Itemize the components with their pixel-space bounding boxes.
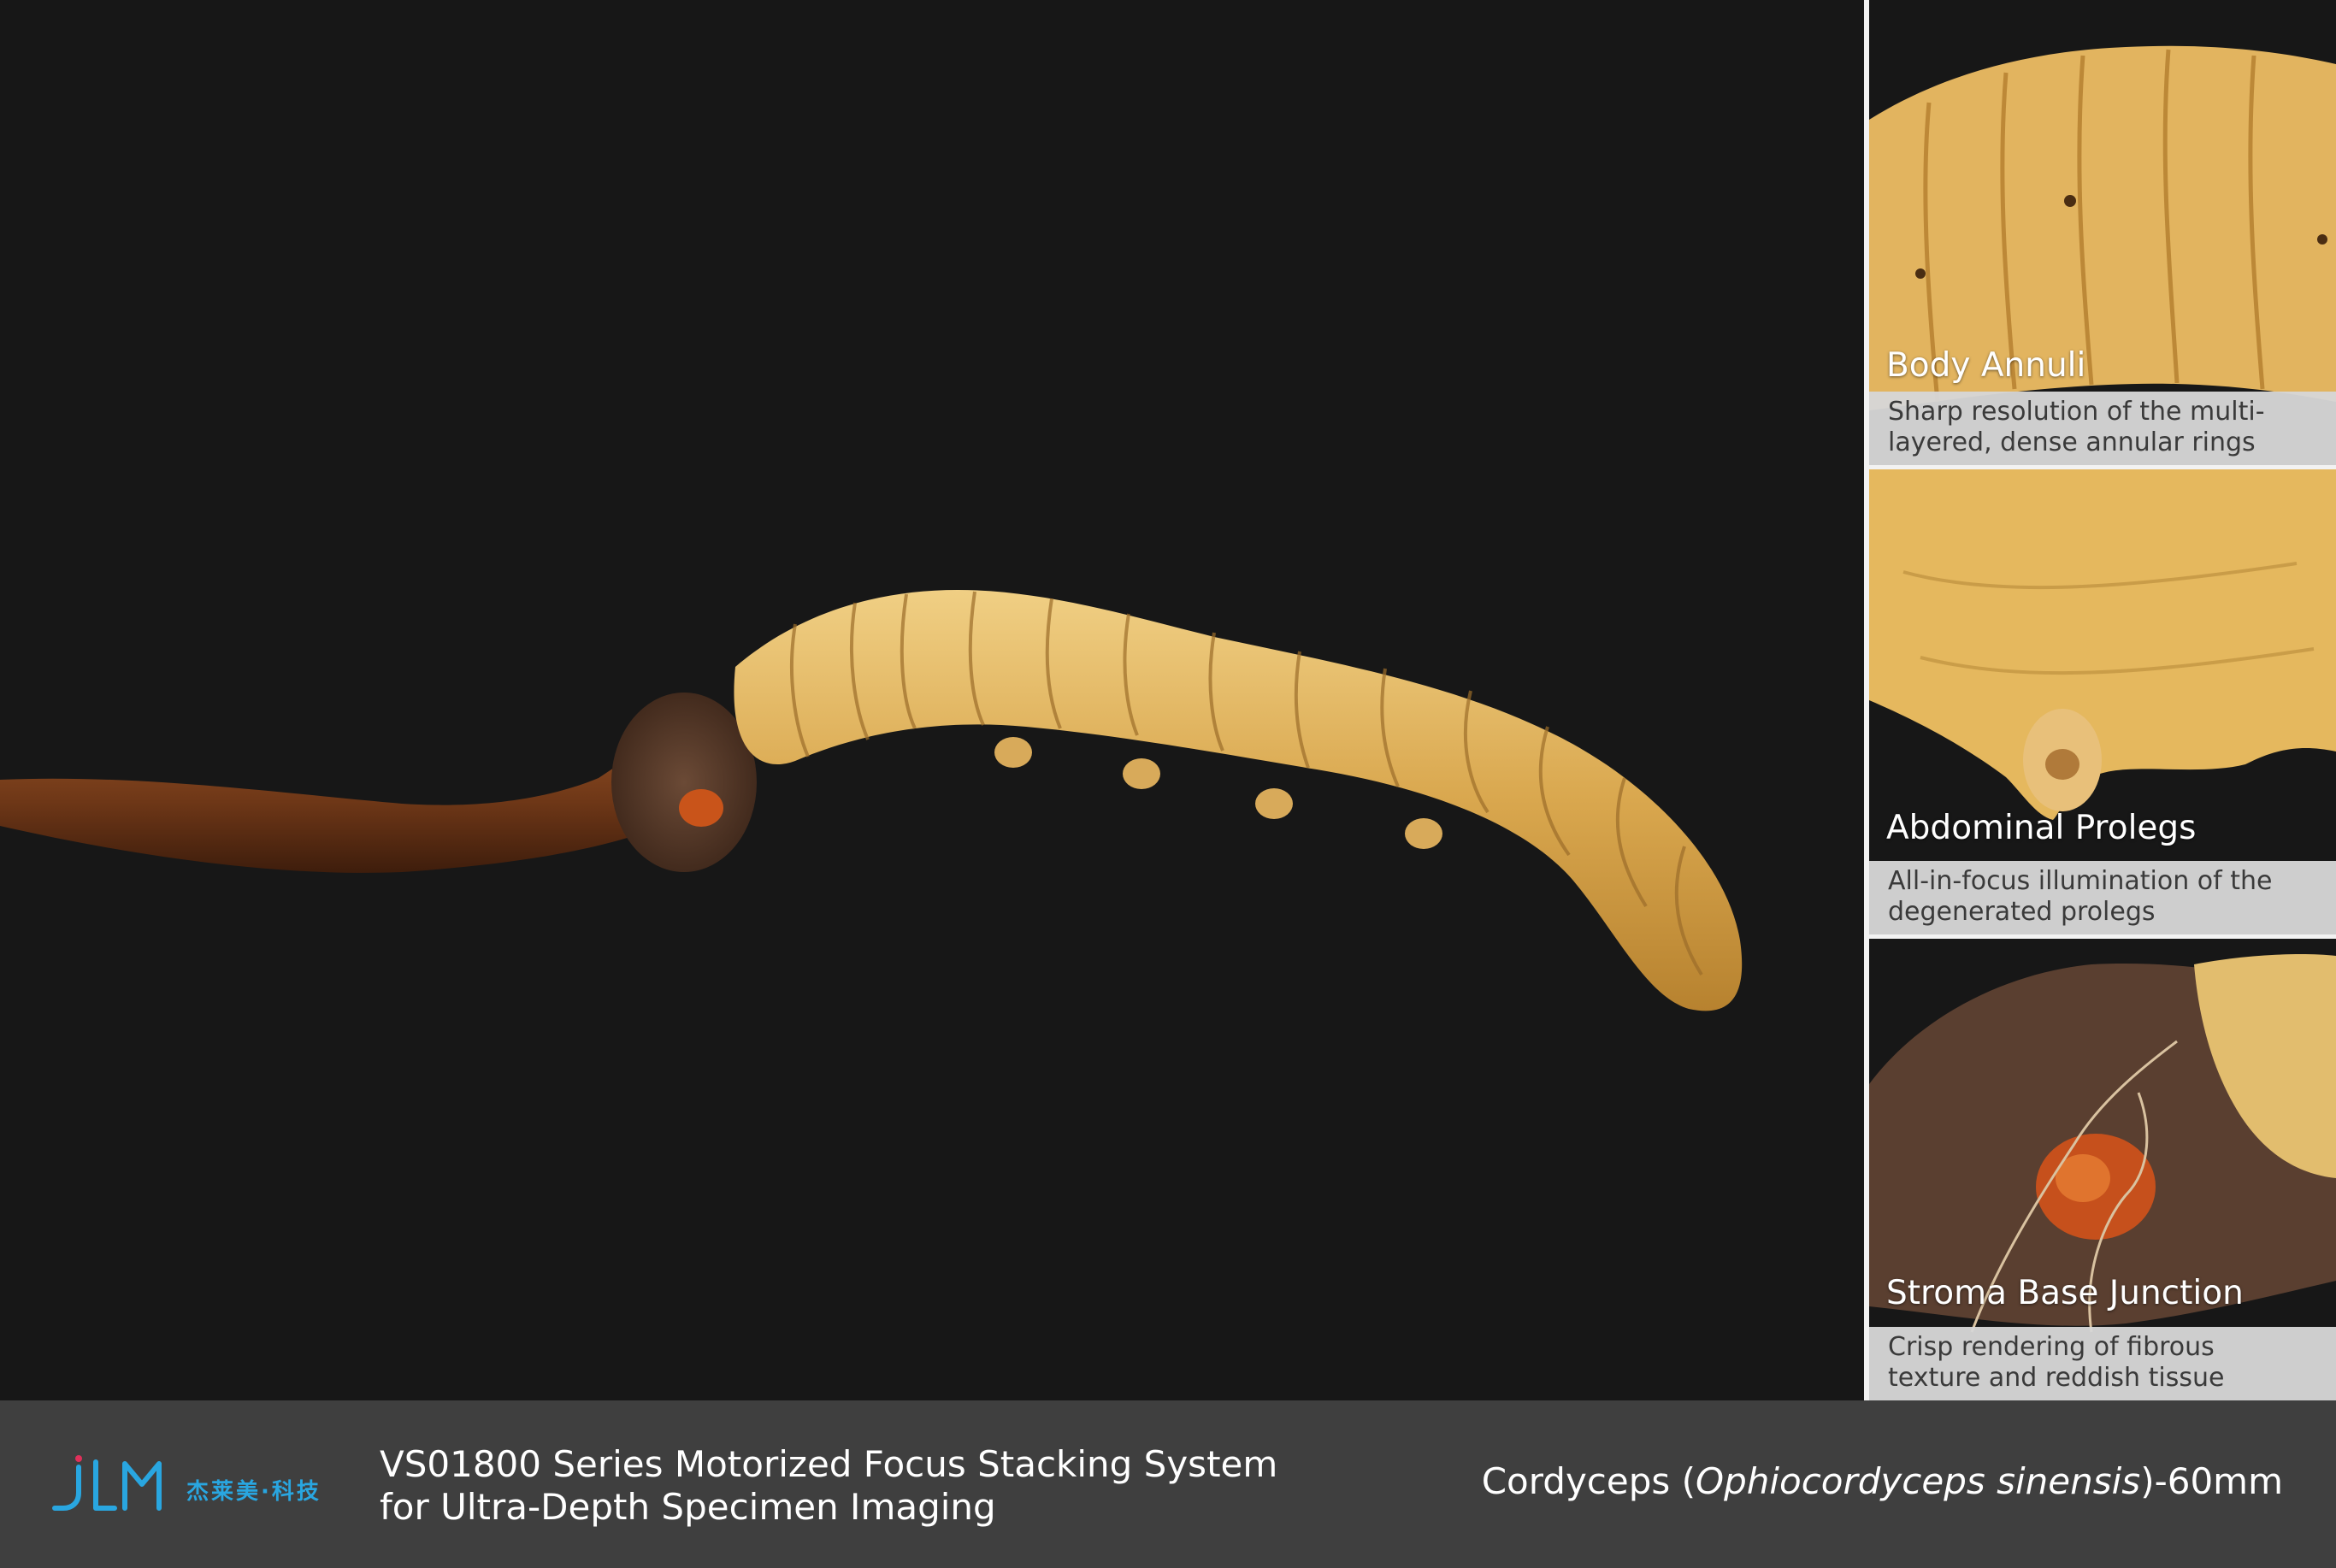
specimen-common-name: Cordyceps ( xyxy=(1481,1460,1696,1502)
detail-abdominal-prolegs: Abdominal Prolegs All-in-focus illuminat… xyxy=(1869,469,2336,934)
jlm-logo-icon xyxy=(52,1455,162,1511)
detail-title: Abdominal Prolegs xyxy=(1886,809,2197,847)
larva-body xyxy=(734,590,1743,1011)
specimen-label: Cordyceps (Ophiocordyceps sinensis)-60mm xyxy=(1482,1460,2283,1503)
detail-caption: Crisp rendering of fibrous texture and r… xyxy=(1869,1327,2336,1400)
cordyceps-illustration xyxy=(0,590,1743,1011)
caption-line: layered, dense annular rings xyxy=(1888,427,2256,457)
stroma-stem xyxy=(0,744,675,873)
specimen-scientific-name: Ophiocordyceps sinensis xyxy=(1696,1460,2141,1502)
detail-caption: All-in-focus illumination of the degener… xyxy=(1869,861,2336,934)
caption-line: texture and reddish tissue xyxy=(1888,1363,2225,1393)
main-specimen-image xyxy=(0,0,1864,1400)
system-title-line: for Ultra-Depth Specimen Imaging xyxy=(380,1486,996,1528)
detail-stroma-base-junction: Stroma Base Junction Crisp rendering of … xyxy=(1869,939,2336,1400)
specimen-size: )-60mm xyxy=(2140,1460,2283,1502)
caption-line: Sharp resolution of the multi- xyxy=(1888,397,2265,427)
caption-line: All-in-focus illumination of the xyxy=(1888,866,2273,896)
system-title: VS01800 Series Motorized Focus Stacking … xyxy=(380,1443,1277,1529)
system-title-line: VS01800 Series Motorized Focus Stacking … xyxy=(380,1443,1278,1485)
reddish-tissue xyxy=(679,789,723,827)
detail-panel: Body Annuli Sharp resolution of the mult… xyxy=(1864,0,2336,1400)
stroma-junction xyxy=(611,693,757,872)
detail-body-annuli: Body Annuli Sharp resolution of the mult… xyxy=(1869,0,2336,465)
footer: 杰莱美·科技 VS01800 Series Motorized Focus St… xyxy=(0,1400,2336,1568)
detail-caption: Sharp resolution of the multi- layered, … xyxy=(1869,392,2336,465)
detail-title: Stroma Base Junction xyxy=(1886,1274,2244,1312)
logo-text: 杰莱美·科技 xyxy=(186,1479,321,1505)
detail-title: Body Annuli xyxy=(1886,346,2086,385)
caption-line: Crisp rendering of fibrous xyxy=(1888,1332,2215,1362)
caption-line: degenerated prolegs xyxy=(1888,897,2156,927)
